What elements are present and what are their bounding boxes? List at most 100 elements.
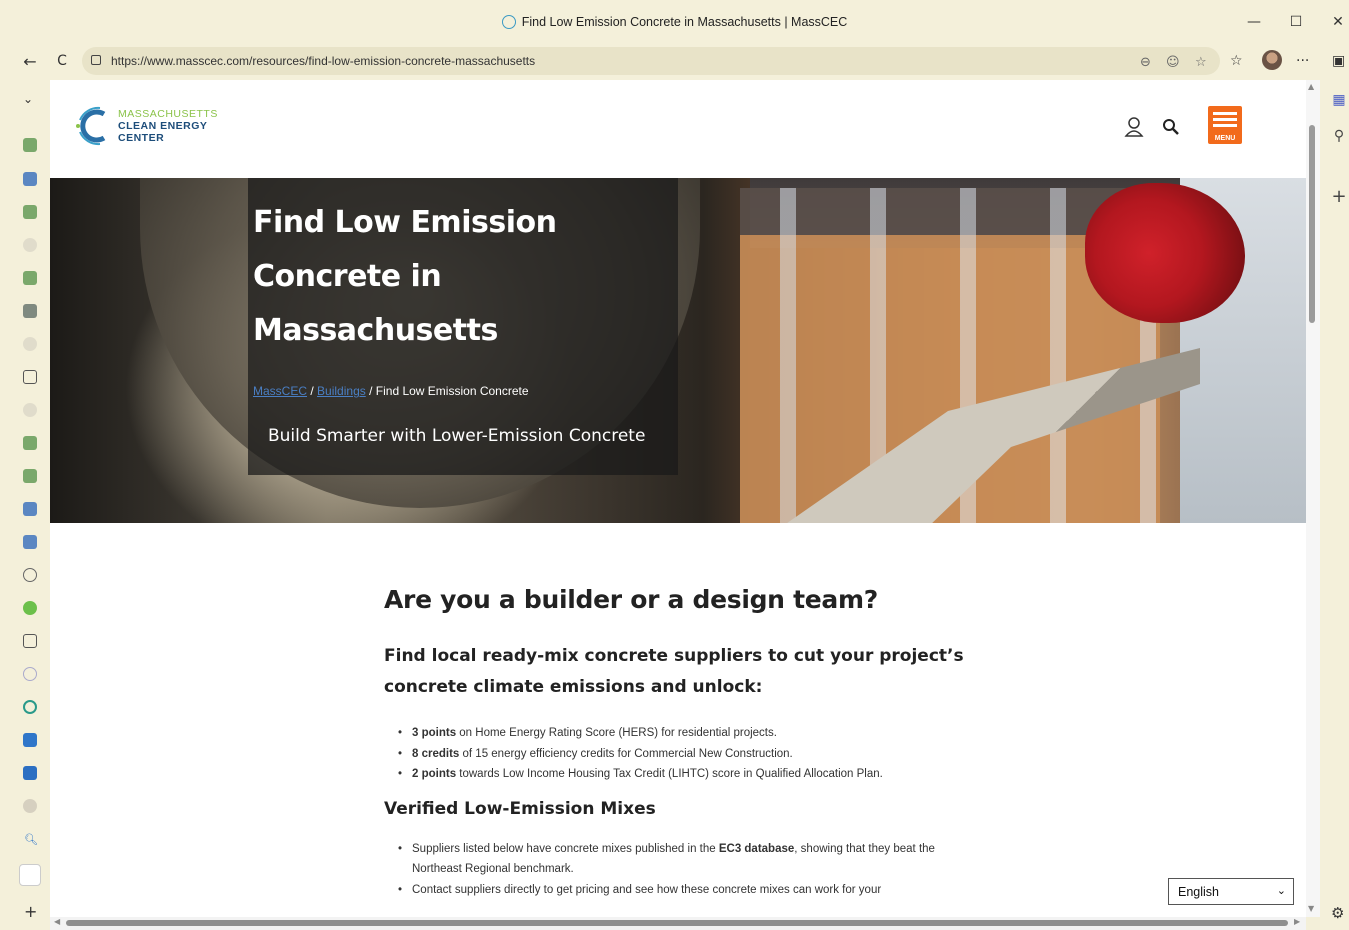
list-item: 3 points on Home Energy Rating Score (HE… bbox=[398, 723, 984, 744]
benefit-highlight: 8 credits bbox=[412, 747, 460, 760]
profile-avatar[interactable] bbox=[1262, 50, 1282, 70]
sidebar-search-icon[interactable]: ⚲ bbox=[1331, 128, 1347, 144]
collapse-tabs-icon[interactable]: ⌄ bbox=[23, 92, 33, 106]
benefit-text: of 15 energy efficiency credits for Comm… bbox=[459, 747, 793, 760]
logo-text-line1: MASSACHUSETTS bbox=[118, 108, 218, 120]
vertical-tabs-sidebar: ⌄ 🔍︎ + bbox=[0, 80, 50, 930]
window-title: Find Low Emission Concrete in Massachuse… bbox=[0, 15, 1349, 29]
tab-icon[interactable] bbox=[23, 138, 37, 152]
lock-icon bbox=[91, 55, 101, 65]
list-item: Suppliers listed below have concrete mix… bbox=[398, 839, 968, 880]
teams-icon[interactable]: ▦ bbox=[1331, 92, 1347, 108]
menu-button[interactable]: MENU bbox=[1208, 106, 1242, 144]
tab-icon[interactable] bbox=[23, 601, 37, 615]
settings-gear-icon[interactable]: ⚙ bbox=[1331, 904, 1344, 922]
tab-icon[interactable] bbox=[23, 172, 37, 186]
tab-icon[interactable] bbox=[23, 502, 37, 516]
reader-icon[interactable]: ☺ bbox=[1166, 55, 1180, 70]
scroll-up-arrow-icon[interactable]: ▲ bbox=[1308, 82, 1314, 91]
tab-icon[interactable] bbox=[23, 469, 37, 483]
masscec-favicon-icon bbox=[501, 15, 516, 29]
language-select[interactable]: English ⌄ bbox=[1168, 878, 1294, 905]
add-sidebar-app-icon[interactable]: + bbox=[1331, 186, 1347, 207]
tab-icon[interactable] bbox=[23, 634, 37, 648]
verified-list: Suppliers listed below have concrete mix… bbox=[398, 839, 984, 901]
zoom-icon[interactable]: ⊖ bbox=[1140, 55, 1151, 70]
hero-banner: Find Low Emission Concrete in Massachuse… bbox=[50, 178, 1306, 523]
scroll-left-arrow-icon[interactable]: ◀ bbox=[54, 917, 60, 926]
reload-button[interactable]: C bbox=[52, 53, 72, 69]
globe-icon[interactable] bbox=[23, 568, 37, 582]
menu-label: MENU bbox=[1214, 135, 1236, 142]
breadcrumb-current: Find Low Emission Concrete bbox=[375, 384, 529, 398]
hamburger-bar bbox=[1213, 112, 1237, 115]
browser-title-bar: Find Low Emission Concrete in Massachuse… bbox=[0, 0, 1349, 44]
list-item: Contact suppliers directly to get pricin… bbox=[398, 880, 968, 901]
tab-icon[interactable] bbox=[23, 271, 37, 285]
tab-icon[interactable] bbox=[23, 667, 37, 681]
tab-icon[interactable] bbox=[23, 700, 37, 714]
benefit-highlight: 2 points bbox=[412, 768, 457, 780]
minimize-button[interactable]: — bbox=[1244, 14, 1264, 30]
list-item: 2 points towards Low Income Housing Tax … bbox=[398, 764, 984, 785]
tab-icon[interactable] bbox=[23, 766, 37, 780]
hamburger-bar bbox=[1213, 124, 1237, 127]
verified-text: Suppliers listed below have concrete mix… bbox=[412, 842, 719, 855]
back-button[interactable]: ← bbox=[20, 52, 40, 71]
vertical-scrollbar[interactable]: ▲ ▼ bbox=[1306, 80, 1320, 917]
vertical-scroll-thumb[interactable] bbox=[1309, 125, 1315, 323]
tab-icon[interactable] bbox=[23, 304, 37, 318]
masscec-logo[interactable]: MASSACHUSETTS CLEAN ENERGY CENTER bbox=[74, 104, 234, 150]
breadcrumb-separator: / bbox=[369, 384, 373, 398]
verified-text: Contact suppliers directly to get pricin… bbox=[412, 883, 882, 896]
new-tab-icon[interactable]: + bbox=[24, 902, 37, 921]
close-window-button[interactable]: ✕ bbox=[1328, 14, 1348, 30]
tab-icon[interactable] bbox=[23, 535, 37, 549]
tab-icon[interactable] bbox=[23, 370, 37, 384]
page-title: Find Low Emission Concrete in Massachuse… bbox=[253, 205, 557, 348]
tab-icon[interactable] bbox=[23, 436, 37, 450]
hero-text-panel: Find Low Emission Concrete in Massachuse… bbox=[248, 178, 678, 475]
hero-subtitle: Build Smarter with Lower-Emission Concre… bbox=[268, 426, 646, 446]
main-content: Are you a builder or a design team? Find… bbox=[384, 585, 984, 900]
breadcrumb-link-buildings[interactable]: Buildings bbox=[317, 384, 366, 398]
list-item: 8 credits of 15 energy efficiency credit… bbox=[398, 744, 984, 765]
horizontal-scroll-thumb[interactable] bbox=[66, 920, 1288, 926]
tab-icon[interactable] bbox=[23, 733, 37, 747]
benefits-list: 3 points on Home Energy Rating Score (HE… bbox=[398, 723, 984, 785]
logo-text-line2: CLEAN ENERGY bbox=[118, 120, 208, 132]
user-account-icon[interactable] bbox=[1124, 116, 1144, 138]
horizontal-scrollbar[interactable]: ◀ ▶ bbox=[50, 917, 1306, 930]
benefit-text: towards Low Income Housing Tax Credit (L… bbox=[456, 768, 883, 780]
tab-icon[interactable] bbox=[23, 205, 37, 219]
scroll-right-arrow-icon[interactable]: ▶ bbox=[1294, 917, 1300, 926]
browser-toolbar: ← C https://www.masscec.com/resources/fi… bbox=[0, 44, 1349, 80]
sidebar-toggle-icon[interactable]: ▣ bbox=[1332, 53, 1345, 69]
ec3-database-link[interactable]: EC3 database bbox=[719, 843, 794, 855]
breadcrumb: MassCEC / Buildings / Find Low Emission … bbox=[253, 384, 529, 398]
tab-title: Find Low Emission Concrete in Massachuse… bbox=[521, 15, 848, 29]
hero-image-glove bbox=[1085, 183, 1245, 323]
benefit-text: on Home Energy Rating Score (HERS) for r… bbox=[456, 727, 777, 739]
tab-icon[interactable] bbox=[23, 337, 37, 351]
benefit-highlight: 3 points bbox=[412, 727, 457, 739]
favorites-icon[interactable]: ☆ bbox=[1230, 53, 1243, 69]
active-tab-icon[interactable] bbox=[19, 864, 41, 886]
more-options-button[interactable]: ··· bbox=[1296, 53, 1309, 69]
address-bar[interactable]: https://www.masscec.com/resources/find-l… bbox=[82, 47, 1220, 75]
site-search-icon[interactable] bbox=[1162, 118, 1180, 136]
breadcrumb-separator: / bbox=[310, 384, 314, 398]
section-heading: Are you a builder or a design team? bbox=[384, 585, 878, 614]
scroll-down-arrow-icon[interactable]: ▼ bbox=[1308, 904, 1314, 913]
logo-mark-icon bbox=[76, 106, 106, 146]
tab-icon[interactable] bbox=[23, 799, 37, 813]
page-viewport: MASSACHUSETTS CLEAN ENERGY CENTER MENU F… bbox=[50, 80, 1306, 917]
url-text: https://www.masscec.com/resources/find-l… bbox=[111, 54, 536, 68]
tab-icon[interactable] bbox=[23, 403, 37, 417]
edge-sidebar bbox=[1320, 80, 1349, 930]
tab-icon[interactable] bbox=[23, 238, 37, 252]
breadcrumb-link-home[interactable]: MassCEC bbox=[253, 384, 307, 398]
favorite-star-icon[interactable]: ☆ bbox=[1195, 55, 1207, 70]
search-tab-icon[interactable]: 🔍︎ bbox=[24, 833, 38, 846]
maximize-button[interactable]: ☐ bbox=[1286, 14, 1306, 30]
